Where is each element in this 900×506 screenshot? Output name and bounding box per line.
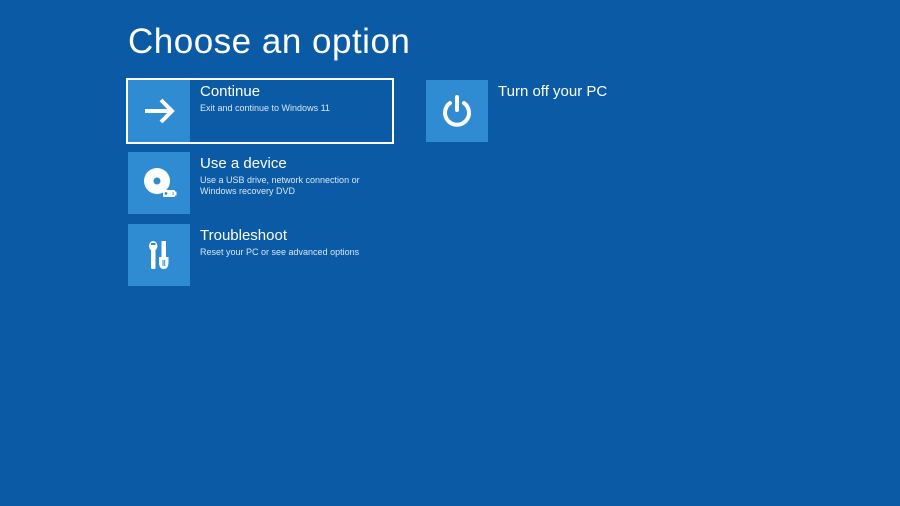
option-desc: Exit and continue to Windows 11: [200, 103, 390, 115]
option-turn-off-text: Turn off your PC: [488, 80, 690, 103]
option-use-device-text: Use a device Use a USB drive, network co…: [190, 152, 392, 198]
page-title: Choose an option: [128, 22, 900, 62]
option-title: Continue: [200, 82, 392, 102]
tools-icon: [128, 224, 190, 286]
option-continue-text: Continue Exit and continue to Windows 11: [190, 80, 392, 114]
option-continue[interactable]: Continue Exit and continue to Windows 11: [126, 78, 394, 144]
options-columns: Continue Exit and continue to Windows 11: [128, 80, 900, 286]
winre-options-screen: Choose an option Continue Exit and conti…: [0, 0, 900, 286]
option-title: Troubleshoot: [200, 226, 392, 246]
option-desc: Use a USB drive, network connection or W…: [200, 175, 390, 198]
arrow-right-icon: [128, 80, 190, 142]
option-title: Use a device: [200, 154, 392, 174]
option-troubleshoot-text: Troubleshoot Reset your PC or see advanc…: [190, 224, 392, 258]
option-turn-off[interactable]: Turn off your PC: [426, 80, 690, 142]
option-title: Turn off your PC: [498, 82, 690, 102]
power-icon: [426, 80, 488, 142]
option-desc: Reset your PC or see advanced options: [200, 247, 390, 259]
option-troubleshoot[interactable]: Troubleshoot Reset your PC or see advanc…: [128, 224, 392, 286]
options-col-2: Turn off your PC: [426, 80, 690, 286]
options-col-1: Continue Exit and continue to Windows 11: [128, 80, 392, 286]
option-use-device[interactable]: Use a device Use a USB drive, network co…: [128, 152, 392, 214]
disc-usb-icon: [128, 152, 190, 214]
